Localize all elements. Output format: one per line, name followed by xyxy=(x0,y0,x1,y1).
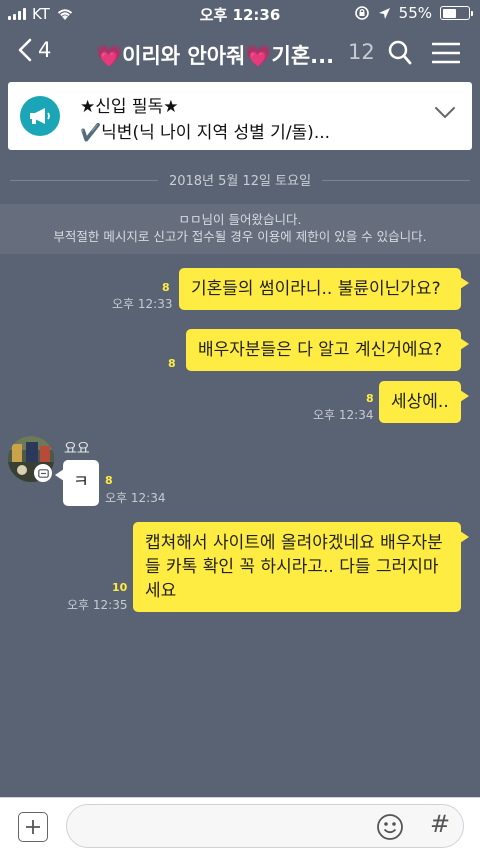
member-count: 12 xyxy=(348,40,375,64)
plus-icon xyxy=(26,820,40,834)
emoji-icon[interactable] xyxy=(376,813,404,841)
message-text: 세상에.. xyxy=(391,392,449,412)
status-bar: KT 오후 12:36 55% xyxy=(0,0,480,28)
message-bubble[interactable]: ㅋ xyxy=(55,460,99,506)
orientation-lock-icon xyxy=(354,6,369,20)
chat-badge-icon xyxy=(34,464,52,482)
system-message: ㅁㅁ님이 들어왔습니다. 부적절한 메시지로 신고가 접수될 경우 이용에 제한… xyxy=(0,204,480,254)
message-bubble[interactable]: 캡쳐해서 사이트에 올려야겠네요 배우자분들 카톡 확인 꼭 하시라고.. 다들… xyxy=(133,522,469,612)
notice-title: ★신입 필독★ xyxy=(80,97,179,117)
sender-name[interactable]: 요요 xyxy=(64,438,90,458)
message-time: 오후 12:35 xyxy=(67,598,128,612)
hashtag-button[interactable]: # xyxy=(430,810,450,838)
chat-title[interactable]: 💗이리와 안아줘💗기혼... xyxy=(96,40,334,70)
battery-percent: 55% xyxy=(398,4,432,22)
status-right: 55% xyxy=(354,4,473,22)
system-message-join: ㅁㅁ님이 들어왔습니다. xyxy=(178,212,302,227)
message-text: 배우자분들은 다 알고 계신거에요? xyxy=(198,340,443,360)
megaphone-icon xyxy=(20,96,60,136)
back-count: 4 xyxy=(38,38,52,62)
message-bubble[interactable]: 배우자분들은 다 알고 계신거에요? xyxy=(186,329,469,371)
message-bubble[interactable]: 세상에.. xyxy=(379,381,469,423)
unread-count: 8 xyxy=(162,281,170,294)
plus-button[interactable] xyxy=(18,812,48,842)
unread-count: 8 xyxy=(168,357,176,370)
menu-icon[interactable] xyxy=(432,42,460,64)
message-time: 오후 12:33 xyxy=(112,297,173,311)
system-message-warning: 부적절한 메시지로 신고가 접수될 경우 이용에 제한이 있을 수 있습니다. xyxy=(53,229,427,244)
unread-count: 10 xyxy=(112,581,128,594)
location-icon xyxy=(378,7,390,19)
notice-preview: ✔️닉변(닉 나이 지역 성별 기/돌)... xyxy=(80,123,331,143)
chevron-down-icon[interactable] xyxy=(434,106,456,120)
unread-count: 8 xyxy=(105,474,113,487)
message-text: ㅋ xyxy=(73,472,89,492)
message-text: 캡쳐해서 사이트에 올려야겠네요 배우자분들 카톡 확인 꼭 하시라고.. 다들… xyxy=(145,533,443,601)
back-button[interactable]: 4 xyxy=(18,38,51,62)
message-input[interactable] xyxy=(66,804,464,848)
message-bubble[interactable]: 기혼들의 썸이라니.. 불륜이닌가요? xyxy=(179,268,469,310)
message-time: 오후 12:34 xyxy=(313,408,374,422)
search-icon[interactable] xyxy=(388,40,412,66)
battery-icon xyxy=(440,6,473,20)
notice-banner[interactable]: ★신입 필독★ ✔️닉변(닉 나이 지역 성별 기/돌)... xyxy=(8,82,472,150)
chat-header: 4 💗이리와 안아줘💗기혼... 12 xyxy=(0,28,480,80)
divider-line xyxy=(322,180,470,181)
message-time: 오후 12:34 xyxy=(105,491,166,505)
battery-level xyxy=(442,8,457,18)
message-text: 기혼들의 썸이라니.. 불륜이닌가요? xyxy=(191,279,441,299)
input-bar: # xyxy=(0,797,480,854)
back-chevron-icon xyxy=(18,38,32,62)
unread-count: 8 xyxy=(366,392,374,405)
